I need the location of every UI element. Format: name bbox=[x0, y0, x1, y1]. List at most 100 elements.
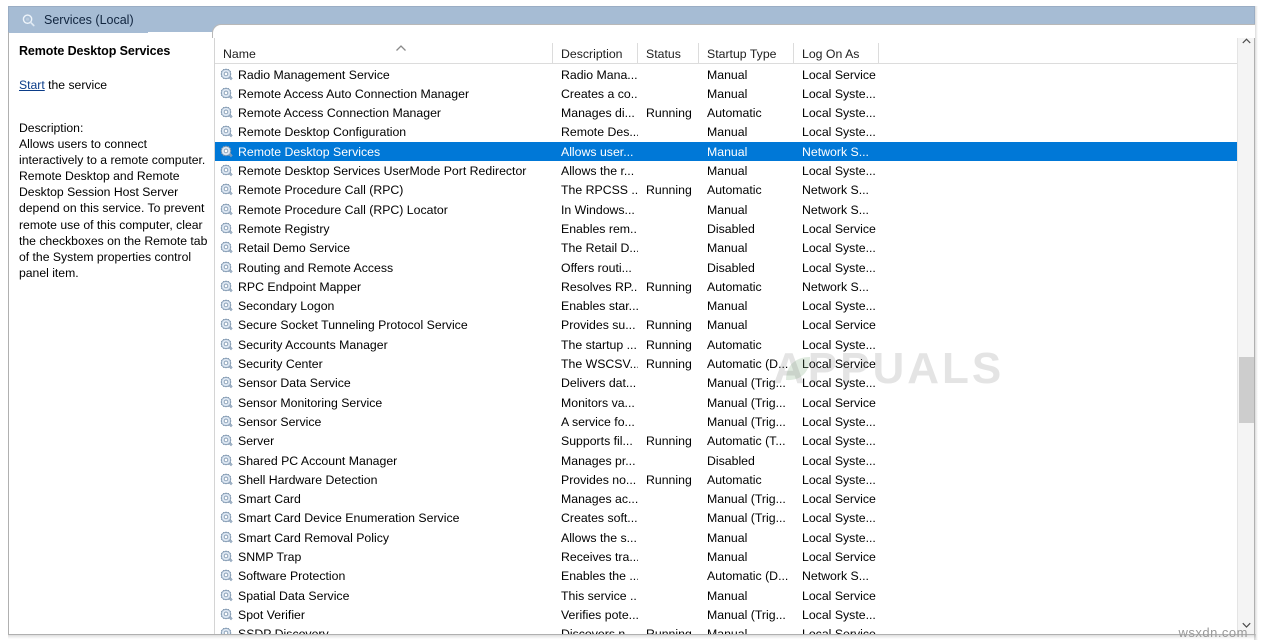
cell-text: Manages pr... bbox=[561, 453, 636, 468]
column-header-label: Name bbox=[223, 46, 256, 61]
cell-desc: Enables star... bbox=[553, 297, 638, 316]
column-header-startup[interactable]: Startup Type bbox=[699, 43, 794, 64]
cell-text: Local Syste... bbox=[802, 376, 876, 391]
cell-status bbox=[638, 509, 699, 528]
table-row[interactable]: Retail Demo Service The Retail D... Manual… bbox=[215, 239, 1240, 258]
cell-text: Allows the r... bbox=[561, 164, 635, 178]
cell-text: Local Syste... bbox=[802, 86, 876, 101]
service-gear-icon bbox=[220, 550, 233, 563]
cell-logon: Local Service bbox=[794, 490, 879, 509]
cell-logon: Local Syste... bbox=[794, 258, 879, 277]
table-row[interactable]: SNMP Trap Receives tra... Manual Local Serv… bbox=[215, 548, 1240, 567]
table-row[interactable]: Secure Socket Tunneling Protocol Service… bbox=[215, 316, 1240, 335]
vertical-scrollbar[interactable] bbox=[1237, 32, 1254, 634]
table-row[interactable]: Remote Desktop Services UserMode Port Re… bbox=[215, 162, 1240, 181]
table-row[interactable]: Sensor Monitoring Service Monitors va... M… bbox=[215, 393, 1240, 412]
scrollbar-thumb[interactable] bbox=[1239, 357, 1254, 423]
table-row[interactable]: Sensor Service A service fo... Manual (Tri… bbox=[215, 412, 1240, 431]
service-detail-pane: Remote Desktop Services Start the servic… bbox=[9, 32, 214, 634]
cell-text: Smart Card Device Enumeration Service bbox=[238, 511, 460, 526]
column-header-label: Status bbox=[646, 46, 681, 61]
table-row[interactable]: Smart Card Removal Policy Allows the s...… bbox=[215, 528, 1240, 547]
cell-text: Radio Mana... bbox=[561, 67, 638, 82]
service-gear-icon bbox=[220, 608, 233, 621]
table-row[interactable]: Remote Desktop Services Allows user... Man… bbox=[215, 142, 1240, 162]
service-gear-icon bbox=[220, 125, 233, 138]
table-row[interactable]: Security Accounts Manager The startup ...… bbox=[215, 335, 1240, 354]
table-row[interactable]: Radio Management Service Radio Mana... Man… bbox=[215, 65, 1240, 84]
service-gear-icon bbox=[220, 241, 233, 254]
table-row[interactable]: Secondary Logon Enables star... Manual Loca… bbox=[215, 297, 1240, 316]
cell-logon: Local Syste... bbox=[794, 432, 879, 451]
cell-text: Radio Management Service bbox=[238, 67, 390, 82]
table-row[interactable]: Remote Access Auto Connection Manager Cre… bbox=[215, 84, 1240, 103]
table-row[interactable]: RPC Endpoint Mapper Resolves RP... Running… bbox=[215, 277, 1240, 296]
table-row[interactable]: Remote Access Connection Manager Manages … bbox=[215, 104, 1240, 123]
cell-text: Secure Socket Tunneling Protocol Service bbox=[238, 318, 468, 333]
cell-startup: Automatic bbox=[699, 104, 794, 123]
table-row[interactable]: SSDP Discovery Discovers n... Running Manua… bbox=[215, 625, 1240, 634]
cell-name: Security Accounts Manager bbox=[215, 335, 553, 354]
cell-logon: Local Syste... bbox=[794, 470, 879, 489]
start-service-link[interactable]: Start bbox=[19, 78, 45, 92]
cell-name: RPC Endpoint Mapper bbox=[215, 277, 553, 296]
cell-status bbox=[638, 65, 699, 84]
chevron-down-icon bbox=[1242, 622, 1251, 628]
column-header-name[interactable]: Name bbox=[215, 43, 553, 64]
column-header-desc[interactable]: Description bbox=[553, 43, 638, 64]
cell-startup: Manual bbox=[699, 142, 794, 161]
table-row[interactable]: Security Center The WSCSV... Running Automa… bbox=[215, 355, 1240, 374]
cell-desc: Manages ac... bbox=[553, 490, 638, 509]
cell-startup: Disabled bbox=[699, 451, 794, 470]
service-gear-icon bbox=[220, 376, 233, 389]
table-row[interactable]: Shared PC Account Manager Manages pr... Di… bbox=[215, 451, 1240, 470]
cell-text: This service ... bbox=[561, 588, 638, 603]
cell-logon: Local Service bbox=[794, 355, 879, 374]
service-gear-icon bbox=[220, 511, 233, 524]
cell-text: Local Syste... bbox=[802, 607, 876, 622]
table-row[interactable]: Sensor Data Service Delivers dat... Manual… bbox=[215, 374, 1240, 393]
window-client-area: Remote Desktop Services Start the servic… bbox=[8, 6, 1255, 635]
cell-text: Running bbox=[646, 357, 692, 371]
column-header-logon[interactable]: Log On As bbox=[794, 43, 879, 64]
cell-startup: Manual bbox=[699, 586, 794, 605]
cell-status: Running bbox=[638, 277, 699, 296]
tab-services-local[interactable]: Services (Local) bbox=[9, 7, 148, 33]
table-row[interactable]: Remote Desktop Configuration Remote Des..… bbox=[215, 123, 1240, 142]
cell-name: Radio Management Service bbox=[215, 65, 553, 84]
cell-desc: Remote Des... bbox=[553, 123, 638, 142]
cell-logon: Local Service bbox=[794, 219, 879, 238]
cell-text: The WSCSV... bbox=[561, 357, 638, 371]
cell-name: Remote Procedure Call (RPC) bbox=[215, 181, 553, 200]
column-header-status[interactable]: Status bbox=[638, 43, 699, 64]
table-row[interactable]: Server Supports fil... Running Automatic (T… bbox=[215, 432, 1240, 451]
cell-text: Software Protection bbox=[238, 569, 346, 584]
chevron-up-icon bbox=[1242, 38, 1251, 44]
scroll-down-button[interactable] bbox=[1238, 616, 1254, 634]
cell-desc: Enables the ... bbox=[553, 567, 638, 586]
start-service-suffix: the service bbox=[44, 78, 108, 92]
service-gear-icon bbox=[220, 454, 233, 466]
table-row[interactable]: Spot Verifier Verifies pote... Manual (Tri… bbox=[215, 605, 1240, 624]
cell-startup: Manual bbox=[699, 84, 794, 103]
service-gear-icon bbox=[220, 222, 233, 235]
table-row[interactable]: Remote Procedure Call (RPC) Locator In Wi… bbox=[215, 200, 1240, 219]
table-row[interactable]: Remote Registry Enables rem... Disabled Loc… bbox=[215, 219, 1240, 238]
services-table-body[interactable]: Radio Management Service Radio Mana... Man… bbox=[215, 65, 1240, 634]
table-row[interactable]: Software Protection Enables the ... Automa… bbox=[215, 567, 1240, 586]
cell-text: Automatic bbox=[707, 279, 762, 294]
cell-name: Sensor Monitoring Service bbox=[215, 393, 553, 412]
table-row[interactable]: Shell Hardware Detection Provides no... Ru… bbox=[215, 470, 1240, 489]
cell-text: Resolves RP... bbox=[561, 279, 638, 294]
table-row[interactable]: Routing and Remote Access Offers routi...… bbox=[215, 258, 1240, 277]
table-row[interactable]: Spatial Data Service This service ... Manu… bbox=[215, 586, 1240, 605]
cell-text: Remote Procedure Call (RPC) Locator bbox=[238, 202, 448, 217]
cell-text: Monitors va... bbox=[561, 395, 635, 410]
cell-text: Local Service bbox=[802, 318, 876, 333]
table-row[interactable]: Remote Procedure Call (RPC) The RPCSS ...… bbox=[215, 181, 1240, 200]
cell-name: Spatial Data Service bbox=[215, 586, 553, 605]
table-row[interactable]: Smart Card Manages ac... Manual (Trig... Lo… bbox=[215, 490, 1240, 509]
table-row[interactable]: Smart Card Device Enumeration Service Cre… bbox=[215, 509, 1240, 528]
cell-text: Manual (Trig... bbox=[707, 376, 786, 391]
cell-text: Sensor Data Service bbox=[238, 376, 351, 391]
